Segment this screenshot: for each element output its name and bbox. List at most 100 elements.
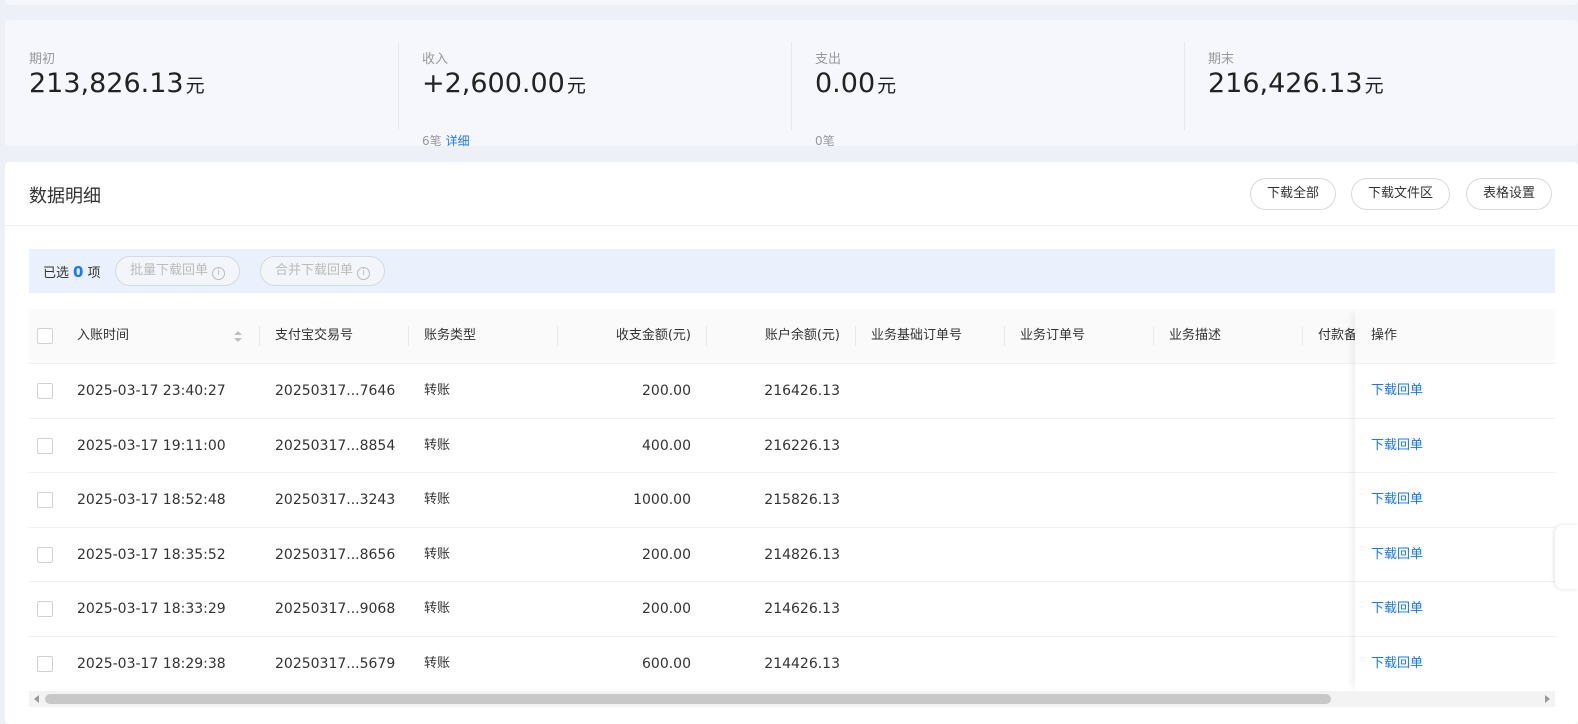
cell-balance: 216426.13 — [764, 383, 840, 399]
cell-type: 转账 — [424, 601, 451, 617]
row-checkbox[interactable] — [37, 437, 53, 454]
stat-income-label: 收入 — [422, 52, 449, 67]
stat-income-unit: 元 — [566, 75, 586, 97]
info-icon: i — [212, 267, 226, 280]
stat-expense-amount: 0.00 — [815, 68, 876, 99]
row-checkbox[interactable] — [37, 492, 53, 509]
col-action: 操作 — [1371, 328, 1398, 343]
cell-time: 2025-03-17 23:40:27 — [77, 383, 226, 399]
cell-time: 2025-03-17 19:11:00 — [77, 437, 226, 454]
detail-card: 数据明细 下载全部 下载文件区 表格设置 已选 0 项 批量下载回单 i 合并下载回单… — [5, 162, 1578, 724]
header-divider — [5, 225, 1578, 226]
summary-card: 期初 213,826.13 元 收入 +2,600.00 元 6笔 详细 支出 0.0… — [5, 20, 1578, 149]
batch-download-label: 批量下载回单 — [130, 263, 209, 278]
cell-balance: 215826.13 — [764, 492, 840, 509]
cell-amount: 1000.00 — [633, 492, 691, 509]
col-base-order: 业务基础订单号 — [871, 328, 963, 343]
stat-closing-amount: 216,426.13 — [1208, 68, 1363, 99]
scroll-right-icon[interactable] — [1545, 695, 1550, 703]
cell-time: 2025-03-17 18:52:48 — [77, 492, 226, 509]
col-desc: 业务描述 — [1169, 328, 1222, 343]
select-all-checkbox[interactable] — [37, 328, 53, 344]
merge-download-button[interactable]: 合并下载回单 i — [260, 256, 386, 286]
action-header: 操作 — [1355, 309, 1555, 363]
stat-opening-unit: 元 — [185, 75, 205, 97]
download-receipt-link[interactable]: 下载回单 — [1371, 528, 1423, 582]
row-divider — [1355, 363, 1555, 364]
cell-balance: 216226.13 — [764, 437, 840, 454]
col-separator — [1153, 326, 1154, 346]
cell-amount: 200.00 — [642, 601, 691, 618]
download-area-button[interactable]: 下载文件区 — [1351, 178, 1451, 210]
row-divider — [1355, 581, 1555, 583]
row-checkbox[interactable] — [37, 546, 53, 563]
col-separator — [408, 326, 409, 346]
row-checkbox[interactable] — [37, 656, 53, 672]
cell-balance: 214426.13 — [764, 656, 840, 672]
cell-type: 转账 — [424, 546, 451, 562]
download-receipt-link[interactable]: 下载回单 — [1371, 473, 1423, 527]
row-divider — [1355, 526, 1555, 528]
download-all-button[interactable]: 下载全部 — [1250, 178, 1337, 210]
row-divider — [1355, 472, 1555, 474]
table-row: 2025-03-17 23:40:27 20250317...7646 转账 200.… — [29, 363, 1555, 418]
stat-income-count: 6笔 — [422, 134, 442, 148]
stat-closing-unit: 元 — [1364, 75, 1384, 97]
cell-time: 2025-03-17 18:35:52 — [77, 546, 226, 563]
stat-income-value: +2,600.00 元 — [422, 68, 586, 99]
col-separator — [259, 326, 260, 346]
col-separator — [1004, 326, 1005, 346]
table-row: 2025-03-17 19:11:00 20250317...8854 转账 400.… — [29, 417, 1555, 473]
col-separator — [855, 326, 856, 346]
top-card-edge — [5, 0, 1578, 5]
cell-trade-no: 20250317...5679 — [275, 656, 396, 672]
stat-opening: 期初 213,826.13 元 — [5, 42, 398, 130]
batch-download-button[interactable]: 批量下载回单 i — [115, 256, 241, 286]
table-row: 2025-03-17 18:33:29 20250317...9068 转账 200.… — [29, 581, 1555, 636]
col-order: 业务订单号 — [1020, 328, 1086, 343]
table-row: 2025-03-17 18:35:52 20250317...8656 转账 200.… — [29, 526, 1555, 582]
col-type: 账务类型 — [424, 328, 477, 343]
cell-type: 转账 — [424, 383, 451, 398]
income-detail-link[interactable]: 详细 — [446, 134, 470, 148]
cell-trade-no: 20250317...9068 — [275, 601, 396, 618]
stat-expense-unit: 元 — [877, 75, 897, 97]
sort-icon[interactable] — [234, 331, 242, 343]
scroll-left-icon[interactable] — [34, 695, 39, 703]
cell-trade-no: 20250317...3243 — [275, 492, 396, 509]
stat-expense-label: 支出 — [815, 52, 842, 67]
action-column: 操作 下载回单 下载回单 下载回单 下载回单 下载回单 下载回单 — [1355, 309, 1555, 691]
cell-balance: 214826.13 — [764, 546, 840, 563]
col-amount: 收支金额(元) — [615, 328, 691, 343]
table-settings-button[interactable]: 表格设置 — [1466, 178, 1553, 210]
cell-amount: 200.00 — [642, 383, 691, 399]
cell-amount: 600.00 — [642, 656, 691, 672]
selection-text: 已选 0 项 — [43, 262, 100, 281]
cell-time: 2025-03-17 18:29:38 — [77, 656, 226, 672]
selection-count: 0 — [73, 263, 84, 281]
stat-income: 收入 +2,600.00 元 6笔 详细 — [398, 42, 791, 148]
cell-type: 转账 — [424, 492, 451, 508]
stat-expense-sub: 0笔 — [815, 132, 835, 149]
download-receipt-link[interactable]: 下载回单 — [1371, 364, 1423, 418]
cell-time: 2025-03-17 18:33:29 — [77, 601, 226, 618]
table-row: 2025-03-17 18:52:48 20250317...3243 转账 1000… — [29, 472, 1555, 527]
stat-closing-label: 期末 — [1208, 52, 1235, 67]
col-balance: 账户余额(元) — [764, 328, 840, 343]
download-receipt-link[interactable]: 下载回单 — [1371, 582, 1423, 636]
col-separator — [557, 326, 558, 346]
row-checkbox[interactable] — [37, 601, 53, 618]
scroll-thumb[interactable] — [45, 694, 1331, 704]
cell-type: 转账 — [424, 656, 451, 671]
horizontal-scrollbar[interactable] — [29, 691, 1555, 707]
merge-download-label: 合并下载回单 — [275, 263, 354, 278]
side-float-tab[interactable] — [1555, 525, 1578, 589]
stat-income-sub: 6笔 详细 — [422, 132, 470, 149]
table-row: 2025-03-17 18:29:38 20250317...5679 转账 600.… — [29, 636, 1555, 691]
download-receipt-link[interactable]: 下载回单 — [1371, 637, 1423, 691]
row-divider — [1355, 417, 1555, 419]
row-checkbox[interactable] — [37, 383, 53, 399]
stat-opening-amount: 213,826.13 — [29, 68, 184, 99]
download-receipt-link[interactable]: 下载回单 — [1371, 419, 1423, 473]
stat-opening-label: 期初 — [29, 52, 56, 67]
